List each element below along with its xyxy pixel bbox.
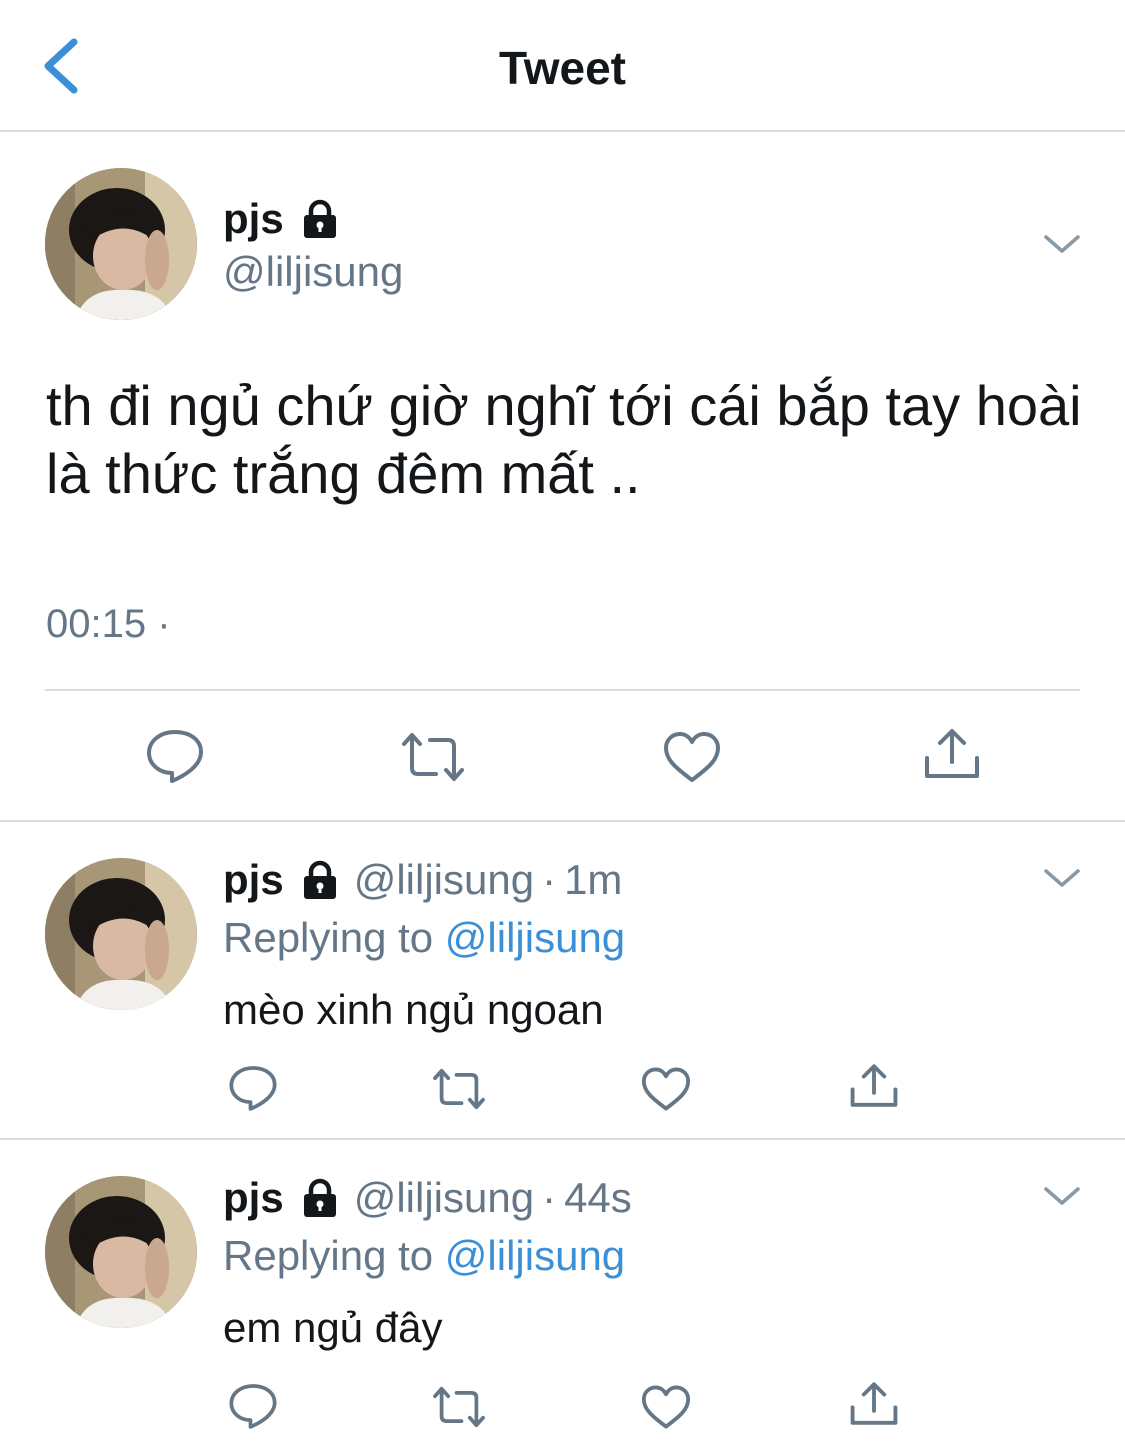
author-name[interactable]: pjs	[223, 856, 284, 904]
reply-icon[interactable]	[145, 728, 205, 784]
replying-to-label: Replying to	[223, 914, 445, 961]
separator-dot: ·	[542, 1174, 557, 1221]
author-handle[interactable]: @liljisung	[223, 248, 403, 296]
retweet-icon[interactable]	[430, 1384, 488, 1430]
share-icon[interactable]	[848, 1380, 900, 1428]
reply-tweet[interactable]: pjs @liljisung · 1m Replying to @liljisu…	[0, 822, 1125, 1140]
tweet-timestamp: 00:15 ·	[46, 602, 171, 646]
reply-text: em ngủ đây	[223, 1304, 443, 1351]
chevron-down-icon[interactable]	[1042, 1182, 1082, 1210]
tweet-text: th đi ngủ chứ giờ nghĩ tới cái bắp tay h…	[46, 374, 1082, 505]
main-tweet: pjs @liljisung th đi ngủ chứ giờ nghĩ tớ…	[0, 132, 1125, 822]
replying-to-line: Replying to @liljisung	[223, 914, 625, 962]
relative-time: 1m	[564, 856, 623, 903]
author-handle[interactable]: @liljisung	[354, 856, 534, 904]
chevron-down-icon[interactable]	[1042, 864, 1082, 892]
share-icon[interactable]	[848, 1062, 900, 1110]
author-name[interactable]: pjs	[223, 195, 284, 243]
share-icon[interactable]	[922, 726, 982, 782]
like-icon[interactable]	[640, 1066, 692, 1112]
retweet-icon[interactable]	[430, 1066, 488, 1112]
top-nav-bar: Tweet	[0, 0, 1125, 132]
reply-text: mèo xinh ngủ ngoan	[223, 986, 604, 1033]
author-handle[interactable]: @liljisung	[354, 1174, 534, 1222]
replying-to-link[interactable]: @liljisung	[445, 1232, 625, 1279]
page-title: Tweet	[499, 42, 626, 94]
lock-icon	[300, 1177, 340, 1219]
reply-tweet[interactable]: pjs @liljisung · 44s Replying to @liljis…	[0, 1140, 1125, 1453]
reply-icon[interactable]	[228, 1382, 278, 1430]
like-icon[interactable]	[662, 730, 722, 784]
relative-time: 44s	[564, 1174, 632, 1221]
reply-header: pjs @liljisung · 1m	[223, 856, 622, 904]
author-name-row: pjs	[223, 195, 340, 243]
replying-to-line: Replying to @liljisung	[223, 1232, 625, 1280]
retweet-icon[interactable]	[398, 730, 468, 784]
chevron-down-icon[interactable]	[1042, 230, 1082, 258]
lock-icon	[300, 198, 340, 240]
divider	[45, 689, 1080, 691]
author-name[interactable]: pjs	[223, 1174, 284, 1222]
replying-to-link[interactable]: @liljisung	[445, 914, 625, 961]
separator-dot: ·	[542, 856, 557, 903]
lock-icon	[300, 859, 340, 901]
avatar[interactable]	[45, 168, 197, 320]
reply-icon[interactable]	[228, 1064, 278, 1112]
reply-header: pjs @liljisung · 44s	[223, 1174, 632, 1222]
avatar[interactable]	[45, 858, 197, 1010]
avatar[interactable]	[45, 1176, 197, 1328]
like-icon[interactable]	[640, 1384, 692, 1430]
replying-to-label: Replying to	[223, 1232, 445, 1279]
